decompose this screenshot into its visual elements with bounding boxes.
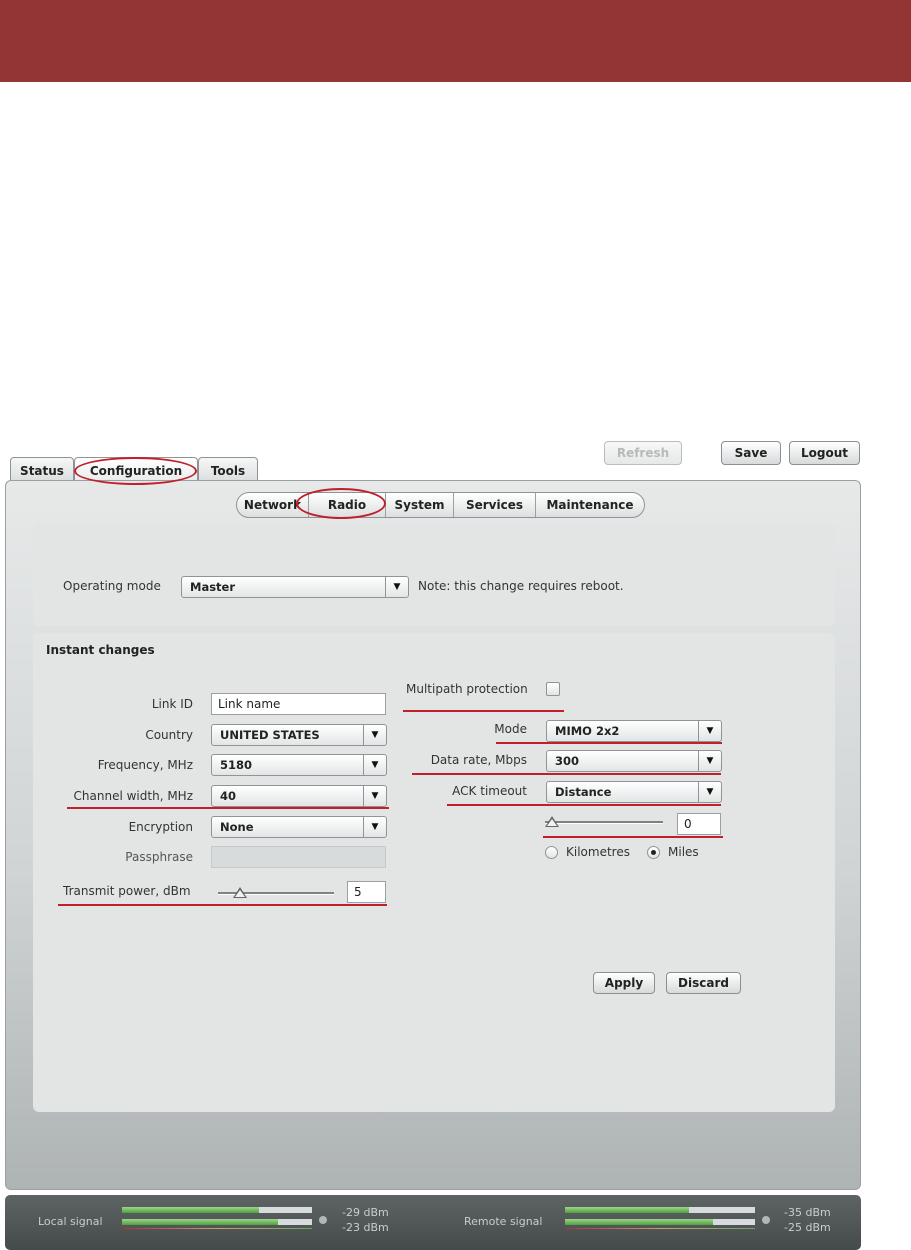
channel-width-label: Channel width, MHz [73, 789, 193, 803]
kilometres-radio[interactable] [545, 846, 558, 859]
save-button[interactable]: Save [721, 441, 781, 465]
subtab-system[interactable]: System [386, 493, 454, 517]
chevron-down-icon: ▼ [698, 782, 721, 802]
encryption-select[interactable]: None ▼ [211, 816, 387, 838]
mode-value: MIMO 2x2 [555, 724, 620, 738]
local-signal-bar-top [122, 1207, 312, 1213]
subtab-maintenance[interactable]: Maintenance [536, 493, 644, 517]
operating-mode-section: Operating mode Master ▼ Note: this chang… [33, 523, 835, 626]
operating-mode-select[interactable]: Master ▼ [181, 576, 409, 598]
annotation-underline [58, 904, 387, 906]
refresh-button[interactable]: Refresh [604, 441, 682, 465]
link-id-label: Link ID [151, 697, 193, 711]
transmit-power-slider[interactable] [218, 887, 334, 899]
annotation-underline [447, 804, 721, 806]
chevron-down-icon: ▼ [363, 755, 386, 775]
local-signal-label: Local signal [38, 1215, 103, 1228]
header-banner [0, 0, 911, 82]
miles-label: Miles [668, 845, 699, 859]
frequency-select[interactable]: 5180 ▼ [211, 754, 387, 776]
chevron-down-icon: ▼ [363, 817, 386, 837]
data-rate-value: 300 [555, 754, 580, 768]
app-window: Status Configuration Tools Refresh Save … [0, 433, 911, 1250]
remote-signal-top-dbm: -35 dBm [784, 1206, 831, 1219]
reboot-note: Note: this change requires reboot. [418, 579, 624, 593]
link-id-input[interactable] [211, 693, 386, 715]
ack-timeout-select[interactable]: Distance ▼ [546, 781, 722, 803]
passphrase-label: Passphrase [125, 850, 193, 864]
remote-signal-bar-bottom [565, 1219, 755, 1225]
ack-timeout-value: Distance [555, 785, 612, 799]
passphrase-input[interactable] [211, 846, 386, 868]
channel-width-select[interactable]: 40 ▼ [211, 785, 387, 807]
chevron-down-icon: ▼ [698, 751, 721, 771]
annotation-underline [67, 807, 389, 809]
instant-changes-section: Instant changes Link ID Country UNITED S… [33, 633, 835, 1112]
slider-track [545, 821, 663, 824]
encryption-label: Encryption [128, 820, 193, 834]
country-value: UNITED STATES [220, 728, 320, 742]
annotation-underline [412, 773, 721, 775]
encryption-value: None [220, 820, 254, 834]
local-signal-scale [122, 1228, 312, 1229]
channel-width-value: 40 [220, 789, 237, 803]
data-rate-label: Data rate, Mbps [430, 753, 527, 767]
transmit-power-label: Transmit power, dBm [63, 884, 191, 898]
operating-mode-value: Master [190, 580, 236, 594]
mode-select[interactable]: MIMO 2x2 ▼ [546, 720, 722, 742]
chevron-down-icon: ▼ [363, 786, 386, 806]
logout-button[interactable]: Logout [789, 441, 860, 465]
annotation-underline [496, 742, 722, 744]
frequency-label: Frequency, MHz [97, 758, 193, 772]
remote-signal-scale [565, 1228, 755, 1229]
apply-button[interactable]: Apply [593, 972, 655, 994]
remote-signal-bottom-dbm: -25 dBm [784, 1221, 831, 1234]
status-dot [762, 1216, 770, 1224]
remote-signal-bar-top [565, 1207, 755, 1213]
multipath-checkbox[interactable] [546, 682, 560, 696]
annotation-underline [543, 836, 723, 838]
slider-thumb[interactable] [545, 816, 559, 827]
kilometres-label: Kilometres [566, 845, 630, 859]
chevron-down-icon: ▼ [385, 577, 408, 597]
miles-radio[interactable] [647, 846, 660, 859]
transmit-power-input[interactable] [347, 881, 386, 903]
section-title: Instant changes [46, 643, 155, 657]
discard-button[interactable]: Discard [666, 972, 741, 994]
operating-mode-label: Operating mode [63, 579, 161, 593]
status-dot [319, 1216, 327, 1224]
mode-label: Mode [494, 722, 527, 736]
chevron-down-icon: ▼ [363, 725, 386, 745]
signal-footer: Local signal -29 dBm -23 dBm Remote sign… [5, 1195, 861, 1250]
remote-signal-label: Remote signal [464, 1215, 543, 1228]
config-panel: Network Radio System Services Maintenanc… [5, 480, 861, 1190]
ack-timeout-label: ACK timeout [452, 784, 527, 798]
data-rate-select[interactable]: 300 ▼ [546, 750, 722, 772]
distance-input[interactable] [677, 813, 721, 835]
distance-slider[interactable] [545, 816, 663, 828]
annotation-underline [403, 710, 564, 712]
annotation-circle-radio [296, 488, 386, 519]
subtab-services[interactable]: Services [454, 493, 536, 517]
slider-thumb[interactable] [233, 887, 247, 898]
frequency-value: 5180 [220, 758, 253, 772]
local-signal-top-dbm: -29 dBm [342, 1206, 389, 1219]
local-signal-bottom-dbm: -23 dBm [342, 1221, 389, 1234]
country-select[interactable]: UNITED STATES ▼ [211, 724, 387, 746]
local-signal-bar-bottom [122, 1219, 312, 1225]
country-label: Country [145, 728, 193, 742]
multipath-label: Multipath protection [406, 682, 528, 696]
chevron-down-icon: ▼ [698, 721, 721, 741]
annotation-circle-configuration [74, 457, 197, 485]
